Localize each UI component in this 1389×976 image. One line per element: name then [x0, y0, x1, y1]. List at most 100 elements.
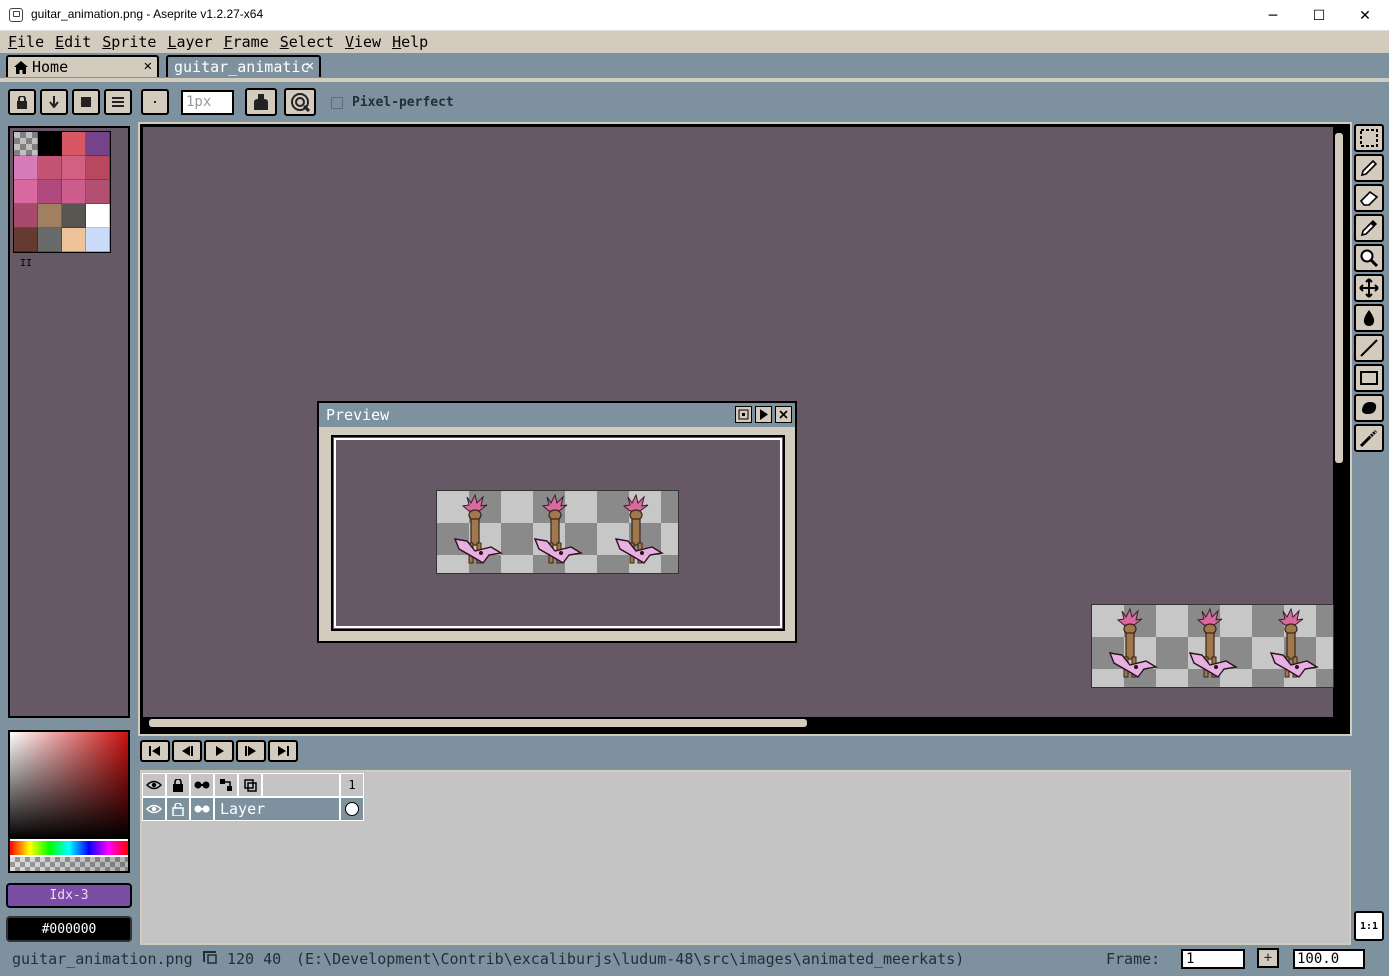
new-frame-button[interactable]: +	[1257, 948, 1279, 968]
layer-lock-toggle[interactable]	[166, 797, 190, 821]
tool-eraser[interactable]	[1354, 184, 1384, 212]
palette-swatch[interactable]	[62, 180, 86, 204]
brush-lines-button[interactable]	[104, 89, 132, 115]
palette-swatch[interactable]	[14, 156, 38, 180]
palette-swatch[interactable]	[38, 132, 62, 156]
next-frame-button[interactable]	[236, 740, 266, 762]
last-frame-button[interactable]	[268, 740, 298, 762]
opacity-button[interactable]	[284, 88, 316, 116]
zoom-level-input[interactable]: 100.0	[1293, 949, 1365, 969]
background-color-hex[interactable]: #000000	[6, 916, 132, 942]
cel-frame-1[interactable]	[340, 797, 364, 821]
first-frame-button[interactable]	[140, 740, 170, 762]
header-link-cels-icon-cell[interactable]	[214, 773, 238, 797]
brush-type-button[interactable]	[141, 89, 169, 115]
palette-swatch[interactable]	[86, 228, 110, 252]
zoom-one-to-one-button[interactable]: 1:1	[1354, 911, 1384, 941]
header-lock-icon-cell[interactable]	[166, 773, 190, 797]
preview-close-button[interactable]	[775, 406, 792, 423]
minimize-button[interactable]: ─	[1250, 0, 1296, 31]
palette-swatch[interactable]	[86, 132, 110, 156]
tool-line[interactable]	[1354, 334, 1384, 362]
tool-pencil[interactable]	[1354, 154, 1384, 182]
hue-slider[interactable]	[10, 841, 128, 855]
horizontal-scrollbar-thumb[interactable]	[149, 719, 807, 727]
ink-down-button[interactable]	[40, 89, 68, 115]
palette-swatch[interactable]	[86, 204, 110, 228]
layer-continuous-toggle[interactable]	[190, 797, 214, 821]
preview-title: Preview	[319, 403, 795, 427]
palette-swatch[interactable]	[38, 156, 62, 180]
menu-frame[interactable]: Frame	[216, 33, 269, 51]
palette-resize-handle[interactable]: II	[20, 258, 32, 269]
menu-sprite[interactable]: Sprite	[94, 33, 156, 51]
maximize-button[interactable]: ☐	[1296, 0, 1342, 31]
menu-select[interactable]: Select	[272, 33, 334, 51]
timeline-panel: 1 Layer	[140, 770, 1351, 945]
tool-blur[interactable]	[1354, 424, 1384, 452]
frame-number-input[interactable]: 1	[1181, 949, 1245, 969]
tool-eyedropper[interactable]	[1354, 214, 1384, 242]
palette-swatch[interactable]	[14, 180, 38, 204]
meerkat-frame	[606, 493, 666, 573]
play-button[interactable]	[204, 740, 234, 762]
menu-view[interactable]: View	[337, 33, 381, 51]
layer-visibility-toggle[interactable]	[142, 797, 166, 821]
palette-swatch[interactable]	[38, 180, 62, 204]
palette-swatch[interactable]	[62, 228, 86, 252]
pixel-perfect-checkbox[interactable]	[331, 97, 343, 109]
menu-layer[interactable]: Layer	[159, 33, 212, 51]
target-icon	[291, 93, 310, 112]
layer-name[interactable]: Layer	[214, 797, 340, 821]
ink-type-button[interactable]	[245, 88, 277, 116]
brush-size-input[interactable]: 1px	[181, 90, 234, 115]
arrow-down-icon	[49, 96, 59, 108]
saturation-value-square[interactable]	[10, 732, 128, 839]
tab-file-close-icon[interactable]: ✕	[306, 58, 314, 74]
menu-help[interactable]: Help	[384, 33, 428, 51]
header-onion-skin-icon-cell[interactable]	[238, 773, 262, 797]
tab-home-close-icon[interactable]: ✕	[144, 58, 152, 74]
palette-swatch[interactable]	[38, 228, 62, 252]
tool-contour[interactable]	[1354, 394, 1384, 422]
tool-move[interactable]	[1354, 274, 1384, 302]
tool-zoom[interactable]	[1354, 244, 1384, 272]
sprite-size-icon	[202, 950, 218, 968]
palette-swatch[interactable]	[38, 204, 62, 228]
square-brush-icon	[81, 97, 91, 107]
palette-swatch[interactable]	[62, 156, 86, 180]
palette-swatch[interactable]	[86, 180, 110, 204]
alpha-slider[interactable]	[10, 857, 128, 871]
palette-swatch[interactable]	[62, 204, 86, 228]
tool-rectangle[interactable]	[1354, 364, 1384, 392]
palette-swatch[interactable]	[62, 132, 86, 156]
tab-guitar-animation[interactable]: guitar_animatic ✕	[166, 55, 321, 77]
vertical-scrollbar-thumb[interactable]	[1335, 133, 1343, 463]
tool-paint-bucket[interactable]	[1354, 304, 1384, 332]
close-window-button[interactable]: ✕	[1342, 0, 1388, 31]
move-icon	[1359, 278, 1379, 298]
palette-swatch[interactable]	[14, 204, 38, 228]
header-visibility-icon-cell[interactable]	[142, 773, 166, 797]
tool-marquee[interactable]	[1354, 124, 1384, 152]
menu-edit[interactable]: Edit	[47, 33, 91, 51]
meerkat-frame	[525, 493, 585, 573]
ink-lock-button[interactable]	[8, 89, 36, 115]
foreground-color-index[interactable]: Idx-3	[6, 883, 132, 908]
center-icon	[738, 409, 749, 420]
header-continuous-icon-cell[interactable]	[190, 773, 214, 797]
palette-panel: II	[8, 126, 130, 718]
preview-play-button[interactable]	[755, 406, 772, 423]
frame-number-header[interactable]: 1	[340, 773, 364, 797]
meerkat-frame	[1261, 607, 1321, 687]
brush-square-button[interactable]	[72, 89, 100, 115]
blur-icon	[1359, 429, 1378, 448]
palette-swatch[interactable]	[14, 132, 38, 156]
tab-home[interactable]: Home ✕	[6, 55, 159, 77]
sprite-canvas[interactable]	[1091, 604, 1334, 688]
palette-swatch[interactable]	[14, 228, 38, 252]
menu-file[interactable]: File	[0, 33, 44, 51]
preview-center-button[interactable]	[735, 406, 752, 423]
previous-frame-button[interactable]	[172, 740, 202, 762]
palette-swatch[interactable]	[86, 156, 110, 180]
